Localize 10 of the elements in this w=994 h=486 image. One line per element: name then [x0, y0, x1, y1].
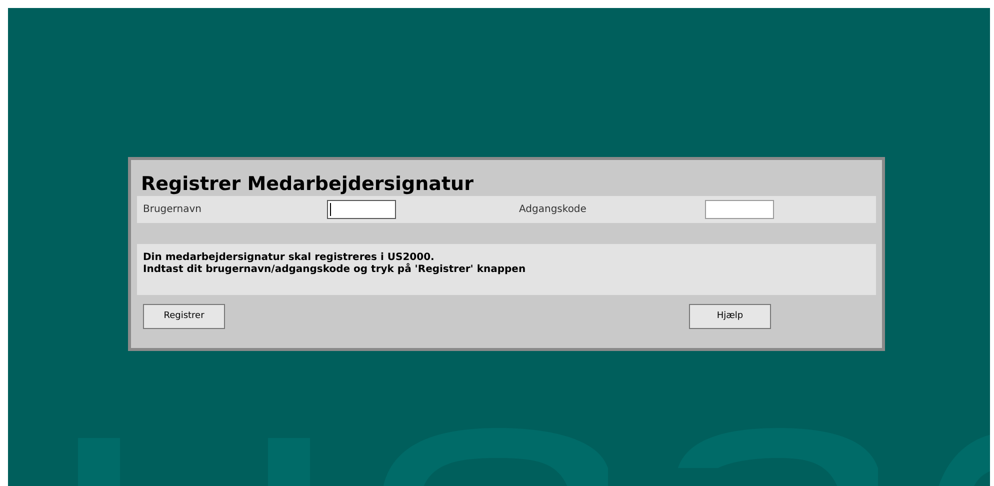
dialog-title: Registrer Medarbejdersignatur	[140, 172, 474, 196]
message-text: Din medarbejdersignatur skal registreres i US2000.	[143, 252, 436, 263]
text-cursor	[330, 203, 331, 216]
input-field[interactable]	[327, 200, 396, 219]
field-label: Adgangskode	[518, 203, 588, 217]
message-text: Indtast dit brugernavn/adgangskode og tryk på 'Registrer' knappen	[143, 264, 527, 276]
help-button[interactable]: Hjælp	[689, 304, 771, 329]
field-label: Brugernavn	[142, 203, 202, 217]
input-field[interactable]	[705, 200, 774, 219]
register-button[interactable]: Registrer	[143, 304, 225, 329]
